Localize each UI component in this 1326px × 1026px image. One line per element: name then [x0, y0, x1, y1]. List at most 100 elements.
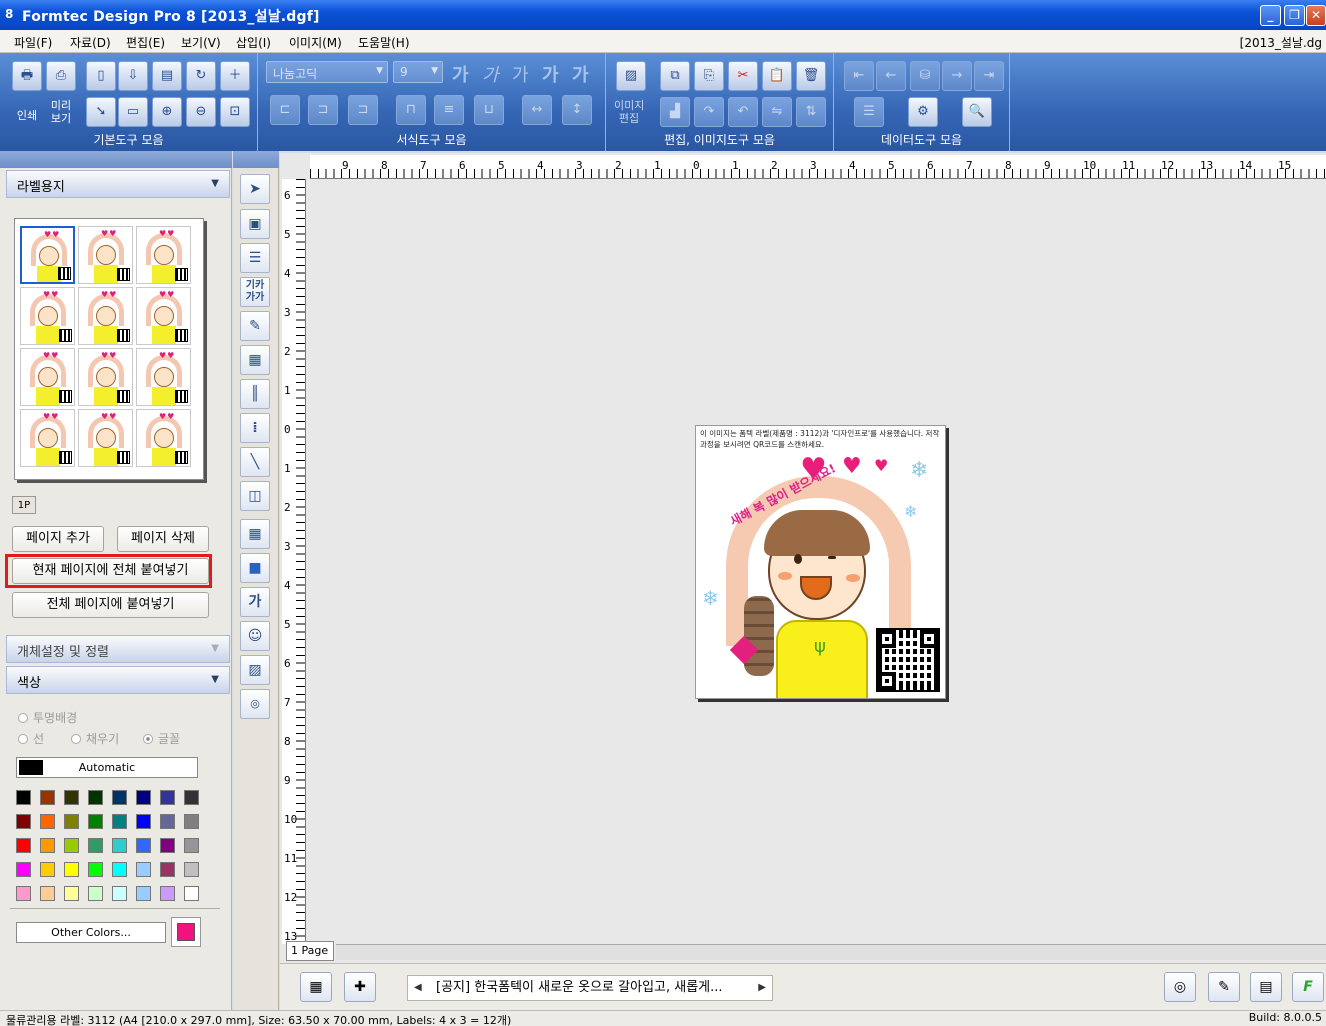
data-db-icon[interactable]: ⛁ — [910, 61, 940, 91]
label-thumbnail[interactable]: ♥♥ — [20, 226, 75, 284]
color-swatch[interactable] — [136, 814, 151, 829]
print-manager-icon[interactable]: ▤ — [1250, 972, 1282, 1002]
minimize-button[interactable]: _ — [1260, 5, 1281, 26]
menu-data[interactable]: 자료(D) — [70, 34, 111, 51]
color-swatch[interactable] — [64, 790, 79, 805]
data-search-icon[interactable]: 🔍 — [962, 97, 992, 127]
align-right-icon[interactable]: ⊐ — [348, 95, 378, 125]
menu-file[interactable]: 파일(F) — [14, 34, 52, 51]
color-swatch[interactable] — [136, 862, 151, 877]
photo-frame-icon[interactable]: ▨ — [240, 655, 270, 685]
table-tool-icon[interactable]: ▦ — [240, 519, 270, 549]
data-last-icon[interactable]: ⇥ — [974, 61, 1004, 91]
flip-vertical-icon[interactable]: ⇅ — [796, 97, 826, 127]
color-swatch[interactable] — [184, 838, 199, 853]
color-swatch[interactable] — [40, 790, 55, 805]
ticker-next-icon[interactable]: ▶ — [758, 976, 766, 1000]
horizontal-scrollbar[interactable] — [336, 944, 1326, 960]
color-swatch[interactable] — [64, 814, 79, 829]
color-swatch[interactable] — [40, 862, 55, 877]
serial-number-icon[interactable]: ⁞ — [240, 413, 270, 443]
new-document-icon[interactable]: ▯ — [86, 61, 116, 91]
color-swatch[interactable] — [136, 838, 151, 853]
barcode-icon[interactable]: ║ — [240, 379, 270, 409]
color-swatch[interactable] — [160, 814, 175, 829]
copy-icon[interactable]: ⧉ — [660, 61, 690, 91]
color-swatch[interactable] — [88, 790, 103, 805]
qrcode-icon[interactable]: ▦ — [240, 345, 270, 375]
align-center-icon[interactable]: ⊐ — [308, 95, 338, 125]
close-button[interactable]: ✕ — [1306, 5, 1326, 26]
add-page-icon[interactable]: ＋ — [220, 61, 250, 91]
other-colors-button[interactable]: Other Colors... — [16, 922, 166, 943]
color-swatch[interactable] — [112, 838, 127, 853]
color-swatch[interactable] — [40, 814, 55, 829]
transparent-radio[interactable]: 투명배경 — [18, 709, 77, 726]
color-swatch[interactable] — [88, 814, 103, 829]
gradient-icon[interactable]: ■ — [240, 553, 270, 583]
underline-icon[interactable]: 가 — [512, 61, 529, 87]
color-swatch[interactable] — [112, 814, 127, 829]
color-swatch[interactable] — [64, 862, 79, 877]
printer-icon[interactable]: 🖶 — [12, 61, 42, 91]
blank-page-icon[interactable]: ▭ — [118, 97, 148, 127]
ticker-prev-icon[interactable]: ◀ — [414, 976, 422, 1000]
add-image-icon[interactable]: ✚ — [344, 972, 376, 1002]
mp3-disc-icon[interactable]: ◎ — [240, 689, 270, 719]
print-preview-icon[interactable]: ⎙ — [46, 61, 76, 91]
label-sheet-thumbnail[interactable]: ♥♥ ♥♥ ♥♥ ♥♥ ♥♥ ♥♥ ♥♥ ♥♥ ♥♥ ♥♥ ♥♥ ♥♥ — [14, 218, 204, 480]
formtec-logo-icon[interactable]: F — [1292, 972, 1324, 1002]
page-tab[interactable]: 1 Page — [286, 941, 334, 961]
zoom-in-icon[interactable]: ⊕ — [152, 97, 182, 127]
current-color-button[interactable] — [171, 917, 201, 947]
menu-help[interactable]: 도움말(H) — [358, 34, 410, 51]
page-tab-1p[interactable]: 1P — [12, 496, 36, 514]
data-list-icon[interactable]: ☰ — [854, 97, 884, 127]
align-top-icon[interactable]: ⊓ — [396, 95, 426, 125]
label-thumbnail[interactable]: ♥♥ — [78, 287, 133, 345]
color-swatch[interactable] — [16, 814, 31, 829]
menu-view[interactable]: 보기(V) — [181, 34, 221, 51]
design-canvas[interactable]: 9 8 7 6 5 4 3 2 1 0 1 2 3 4 5 6 7 8 9 10 11 12 13 14 15 65432101… — [280, 153, 1326, 963]
color-swatch[interactable] — [16, 838, 31, 853]
bring-front-icon[interactable]: ▟ — [660, 97, 690, 127]
data-prev-icon[interactable]: ← — [876, 61, 906, 91]
delete-page-button[interactable]: 페이지 삭제 — [117, 526, 209, 552]
menu-image[interactable]: 이미지(M) — [289, 34, 342, 51]
save-icon[interactable]: ▤ — [152, 61, 182, 91]
word-art-icon[interactable]: 가 — [240, 587, 270, 617]
label-thumbnail[interactable]: ♥♥ — [78, 226, 133, 284]
text-box-icon[interactable]: ☰ — [240, 243, 270, 273]
print-label[interactable]: 인쇄 — [12, 101, 42, 131]
color-swatch[interactable] — [88, 862, 103, 877]
color-swatch[interactable] — [184, 862, 199, 877]
font-combo[interactable]: 나눔고딕 — [266, 61, 388, 83]
line-tool-icon[interactable]: ╲ — [240, 447, 270, 477]
color-swatch[interactable] — [40, 886, 55, 901]
color-swatch[interactable] — [64, 838, 79, 853]
align-left-icon[interactable]: ⊏ — [270, 95, 300, 125]
paste-all-pages-button[interactable]: 전체 페이지에 붙여넣기 — [12, 592, 209, 618]
vertical-text-icon[interactable]: 기카 가가 — [240, 277, 270, 307]
label-paper-section-header[interactable]: 라벨용지 ▼ — [6, 170, 230, 198]
document-tab[interactable]: [2013_설날.dg — [1240, 34, 1322, 51]
image-icon[interactable]: ▨ — [616, 61, 646, 91]
color-swatch[interactable] — [16, 886, 31, 901]
object-settings-section-header[interactable]: 개체설정 및 정렬 ▼ — [6, 635, 230, 663]
label-thumbnail[interactable]: ♥♥ — [78, 409, 133, 467]
italic-icon[interactable]: 가 — [482, 61, 499, 87]
menu-edit[interactable]: 편집(E) — [126, 34, 165, 51]
label-thumbnail[interactable]: ♥♥ — [78, 348, 133, 406]
refresh-icon[interactable]: ↻ — [186, 61, 216, 91]
color-swatch[interactable] — [160, 886, 175, 901]
label-design[interactable]: 이 이미지는 폼텍 라벨(제품명 : 3112)과 '디자인프로'를 사용했습니… — [695, 425, 946, 699]
menu-insert[interactable]: 삽입(I) — [236, 34, 271, 51]
template-icon[interactable]: ▦ — [300, 972, 332, 1002]
label-notice-text[interactable]: 이 이미지는 폼텍 라벨(제품명 : 3112)과 '디자인프로'를 사용했습니… — [700, 428, 940, 450]
label-thumbnail[interactable]: ♥♥ — [136, 409, 191, 467]
label-thumbnail[interactable]: ♥♥ — [136, 226, 191, 284]
image-insert-icon[interactable]: ▣ — [240, 209, 270, 239]
color-section-header[interactable]: 색상 ▼ — [6, 666, 230, 694]
shape-tool-icon[interactable]: ◫ — [240, 481, 270, 511]
flip-horizontal-icon[interactable]: ⇋ — [762, 97, 792, 127]
